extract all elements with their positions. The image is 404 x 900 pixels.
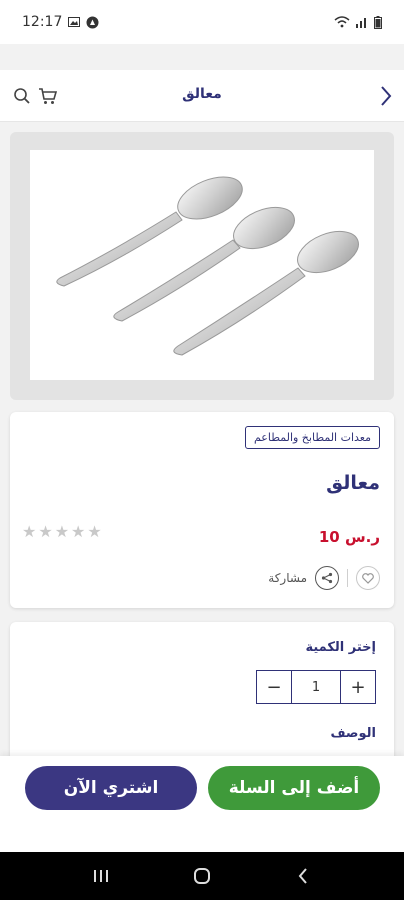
spoons-image [56,176,359,356]
quantity-value[interactable]: 1 [291,671,341,703]
status-right [334,15,382,29]
product-image [30,150,374,380]
battery-icon [374,15,382,29]
heart-icon [362,572,374,584]
product-info-card: معدات المطابخ والمطاعم معالق ★ ★ ★ ★ ★ 1… [10,412,394,608]
page-title: معالق [182,86,222,102]
status-bar: 12:17 [0,0,404,44]
back-button[interactable] [372,82,400,110]
category-chip[interactable]: معدات المطابخ والمطاعم [244,426,380,449]
star-icon: ★ [22,522,37,541]
home-button[interactable] [182,861,222,891]
star-icon: ★ [38,522,53,541]
share-icon [321,572,333,584]
notification-icon [86,16,99,28]
product-actions: مشاركة [268,566,380,590]
buy-now-button[interactable]: اشتري الآن [25,766,197,810]
quantity-stepper: − 1 + [256,670,376,704]
recents-icon [93,870,108,882]
share-label[interactable]: مشاركة [268,571,307,585]
product-image-card[interactable] [10,132,394,400]
chevron-left-icon [298,868,308,884]
product-price: 10 ر.س [318,528,380,546]
status-time: 12:17 [22,14,63,30]
product-name: معالق [326,472,380,494]
rating-stars: ★ ★ ★ ★ ★ [22,522,102,541]
divider [347,569,348,587]
signal-icon [356,18,366,28]
recents-button[interactable] [81,861,121,891]
system-back-button[interactable] [283,861,323,891]
decrease-button[interactable]: − [257,671,291,703]
favorite-button[interactable] [356,566,380,590]
status-left: 12:17 [22,14,99,30]
quantity-card: إختر الكمية − 1 + الوصف [10,622,394,772]
gallery-icon [68,17,81,27]
system-nav-bar [0,852,404,900]
app-header: معالق [0,70,404,122]
description-label: الوصف [330,726,376,741]
star-icon: ★ [54,522,70,541]
chevron-right-icon [381,86,392,106]
bottom-action-bar: اشتري الآن أضف إلى السلة [0,756,404,852]
star-icon: ★ [71,522,86,541]
wifi-icon [334,16,350,28]
quantity-label: إختر الكمية [305,640,376,655]
home-icon [193,868,210,884]
star-icon: ★ [87,522,102,541]
increase-button[interactable]: + [341,671,375,703]
add-to-cart-button[interactable]: أضف إلى السلة [208,766,380,810]
share-button[interactable] [315,566,339,590]
